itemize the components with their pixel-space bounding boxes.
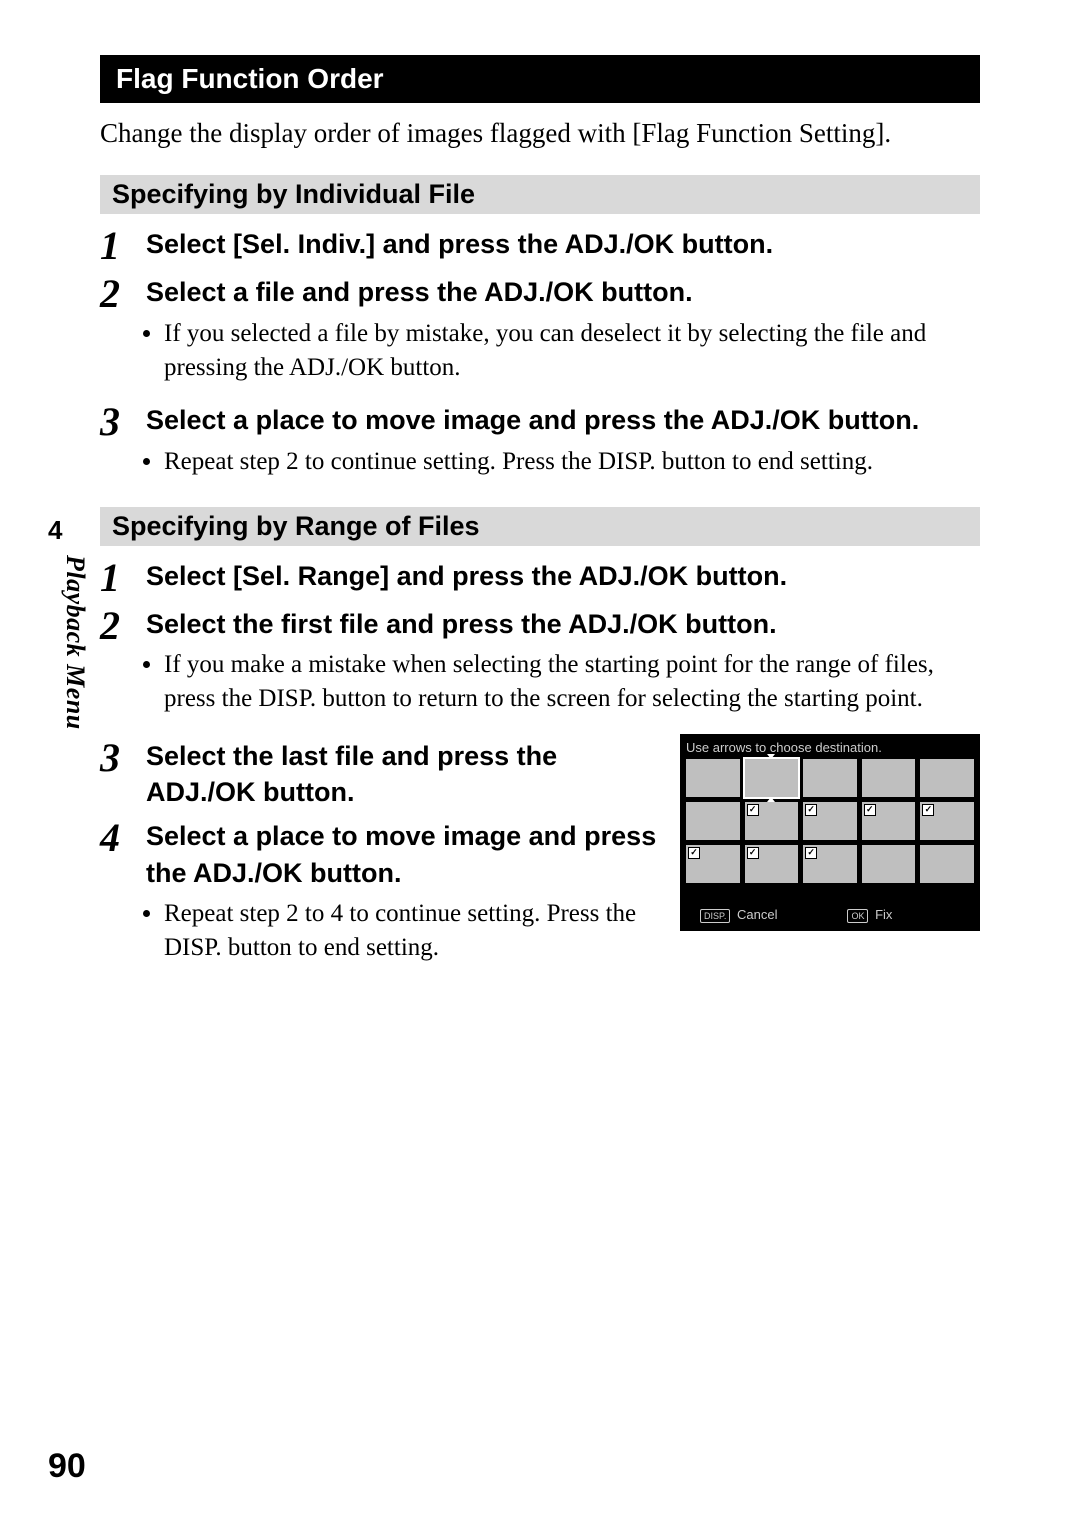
step: 1 Select [Sel. Indiv.] and press the ADJ… bbox=[100, 226, 980, 266]
step: 1 Select [Sel. Range] and press the ADJ.… bbox=[100, 558, 980, 598]
thumbnail: ✓ bbox=[745, 802, 799, 840]
step-title: Select [Sel. Indiv.] and press the ADJ./… bbox=[146, 226, 980, 262]
thumbnail bbox=[745, 759, 799, 797]
subheading-individual: Specifying by Individual File bbox=[100, 175, 980, 214]
step: 2 Select a file and press the ADJ./OK bu… bbox=[100, 274, 980, 394]
step-number: 2 bbox=[100, 274, 146, 314]
step: 3 Select a place to move image and press… bbox=[100, 402, 980, 488]
cancel-hint: DISP. Cancel bbox=[700, 907, 777, 923]
check-icon: ✓ bbox=[747, 804, 759, 816]
screenshot-title: Use arrows to choose destination. bbox=[686, 740, 974, 755]
check-icon: ✓ bbox=[805, 847, 817, 859]
thumbnail: ✓ bbox=[803, 845, 857, 883]
step: 3 Select the last file and press the ADJ… bbox=[100, 738, 664, 811]
section-side-label: Playback Menu bbox=[60, 555, 90, 730]
step-number: 1 bbox=[100, 226, 146, 266]
step-bullet: If you selected a file by mistake, you c… bbox=[164, 317, 980, 385]
check-icon: ✓ bbox=[805, 804, 817, 816]
subheading-range: Specifying by Range of Files bbox=[100, 507, 980, 546]
step: 4 Select a place to move image and press… bbox=[100, 818, 664, 974]
step-title: Select a place to move image and press t… bbox=[146, 818, 664, 891]
thumbnail bbox=[920, 845, 974, 883]
step-title: Select a file and press the ADJ./OK butt… bbox=[146, 274, 980, 310]
thumbnail bbox=[862, 845, 916, 883]
step-number: 4 bbox=[100, 818, 146, 858]
step-bullet: Repeat step 2 to continue setting. Press… bbox=[164, 445, 980, 479]
step-title: Select [Sel. Range] and press the ADJ./O… bbox=[146, 558, 980, 594]
ok-hint: OK Fix bbox=[847, 907, 892, 923]
thumbnail: ✓ bbox=[862, 802, 916, 840]
thumbnail bbox=[862, 759, 916, 797]
disp-key-icon: DISP. bbox=[700, 909, 730, 923]
section-title: Flag Function Order bbox=[100, 55, 980, 103]
thumbnail bbox=[803, 759, 857, 797]
step-title: Select the last file and press the ADJ./… bbox=[146, 738, 664, 811]
step-number: 1 bbox=[100, 558, 146, 598]
ok-key-icon: OK bbox=[847, 909, 868, 923]
thumbnail: ✓ bbox=[686, 845, 740, 883]
check-icon: ✓ bbox=[922, 804, 934, 816]
thumbnail bbox=[920, 759, 974, 797]
step-number: 2 bbox=[100, 606, 146, 646]
thumbnail-grid: ✓ ✓ ✓ ✓ ✓ ✓ ✓ bbox=[686, 759, 974, 884]
thumbnail bbox=[686, 802, 740, 840]
check-icon: ✓ bbox=[747, 847, 759, 859]
step-number: 3 bbox=[100, 402, 146, 442]
step-title: Select the first file and press the ADJ.… bbox=[146, 606, 980, 642]
thumbnail: ✓ bbox=[745, 845, 799, 883]
chapter-number: 4 bbox=[48, 515, 62, 546]
check-icon: ✓ bbox=[864, 804, 876, 816]
step-bullet: Repeat step 2 to 4 to continue setting. … bbox=[164, 897, 664, 965]
page-number: 90 bbox=[48, 1447, 86, 1486]
intro-text: Change the display order of images flagg… bbox=[100, 115, 980, 151]
step-number: 3 bbox=[100, 738, 146, 778]
camera-screenshot: Use arrows to choose destination. ✓✓✓✓✓✓… bbox=[680, 734, 980, 931]
step-bullet: If you make a mistake when selecting the… bbox=[164, 648, 980, 716]
check-icon: ✓ bbox=[688, 847, 700, 859]
thumbnail: ✓ bbox=[803, 802, 857, 840]
thumbnail bbox=[686, 759, 740, 797]
thumbnail: ✓ bbox=[920, 802, 974, 840]
step-title: Select a place to move image and press t… bbox=[146, 402, 980, 438]
step: 2 Select the first file and press the AD… bbox=[100, 606, 980, 726]
